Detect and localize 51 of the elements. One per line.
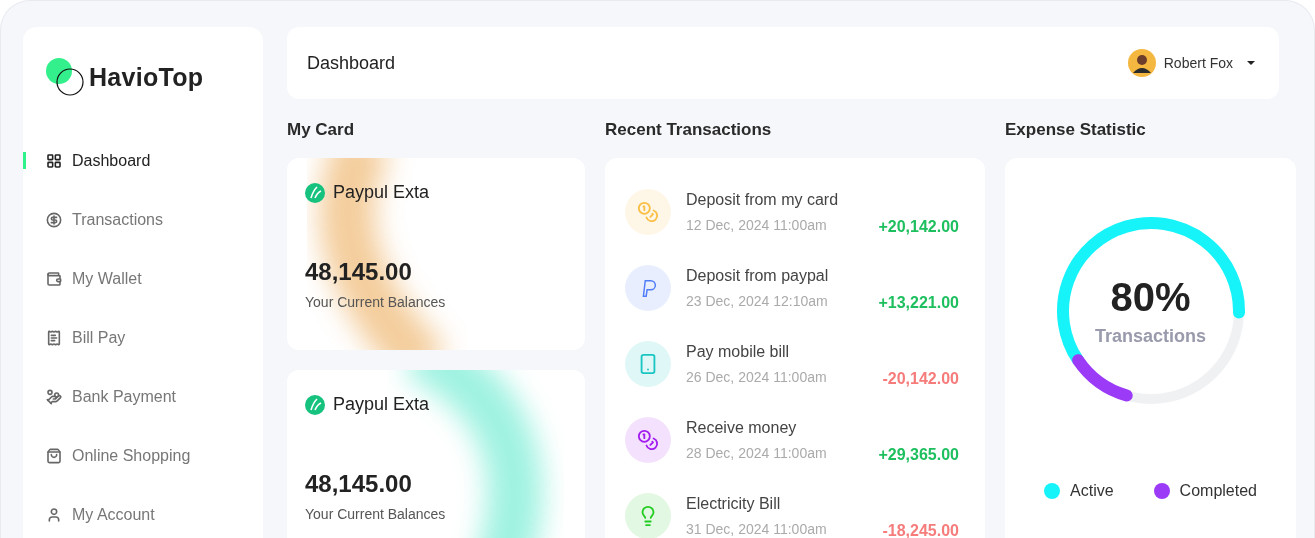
card-balance: 48,145.00 <box>305 470 413 498</box>
transaction-date: 31 Dec, 2024 11:00am <box>686 521 828 537</box>
balance-caption: Your Current Balances <box>305 294 447 310</box>
transaction-date: 28 Dec, 2024 11:00am <box>686 445 828 461</box>
logo-icon <box>45 57 85 97</box>
shopping-bag-icon <box>46 447 62 464</box>
legend-label: Completed <box>1179 482 1257 500</box>
ring-caption: Transactions <box>1094 326 1206 347</box>
legend-label: Active <box>1070 482 1114 500</box>
balance-caption: Your Current Balances <box>305 506 447 522</box>
transaction-title: Receive money <box>686 419 798 437</box>
page-title: Dashboard <box>307 52 396 74</box>
coins-icon <box>637 429 659 451</box>
wallet-icon <box>46 270 62 287</box>
transaction-title: Pay mobile bill <box>686 343 791 361</box>
coins-icon <box>637 201 659 223</box>
transaction-date: 12 Dec, 2024 11:00am <box>686 217 828 233</box>
sidebar-item[interactable]: My Wallet <box>23 249 263 308</box>
receipt-icon <box>46 329 62 346</box>
brand-name: HavioTop <box>89 62 204 92</box>
section-heading: Expense Statistic <box>1005 120 1147 141</box>
leaf-logo-icon <box>305 182 325 203</box>
section-heading: Recent Transactions <box>605 120 773 141</box>
percent-value: 80% <box>1110 275 1191 320</box>
card-balance: 48,145.00 <box>305 258 413 286</box>
transaction-date: 26 Dec, 2024 11:00am <box>686 369 828 385</box>
transaction-title: Deposit from my card <box>686 191 840 209</box>
sidebar-item[interactable]: My Account <box>23 485 263 538</box>
hand-coin-icon <box>46 388 62 405</box>
sidebar-item[interactable]: Bank Payment <box>23 367 263 426</box>
user-icon <box>46 506 62 523</box>
transaction-date: 23 Dec, 2024 12:10am <box>686 293 829 309</box>
transaction-amount: -18,245.00 <box>882 522 959 538</box>
transaction-title: Deposit from paypal <box>686 267 830 285</box>
avatar-icon <box>1127 49 1156 77</box>
transaction-amount: -20,142.00 <box>882 370 959 388</box>
transaction-title: Electricity Bill <box>686 495 782 513</box>
coin-icon <box>46 211 62 228</box>
grid-icon <box>46 152 62 169</box>
leaf-logo-icon <box>305 394 325 415</box>
transaction-amount: +13,221.00 <box>878 294 959 312</box>
sidebar-item[interactable]: Dashboard <box>23 131 263 190</box>
transaction-amount: +29,365.00 <box>878 446 959 464</box>
card-name: Paypul Exta <box>333 182 430 203</box>
transaction-amount: +20,142.00 <box>878 218 959 236</box>
sidebar-item[interactable]: Bill Pay <box>23 308 263 367</box>
user-menu[interactable]: Robert Fox <box>1127 49 1259 77</box>
sidebar-item[interactable]: Transactions <box>23 190 263 249</box>
card-name: Paypul Exta <box>333 394 430 415</box>
sidebar-item[interactable]: Online Shopping <box>23 426 263 485</box>
section-heading: My Card <box>287 120 356 141</box>
